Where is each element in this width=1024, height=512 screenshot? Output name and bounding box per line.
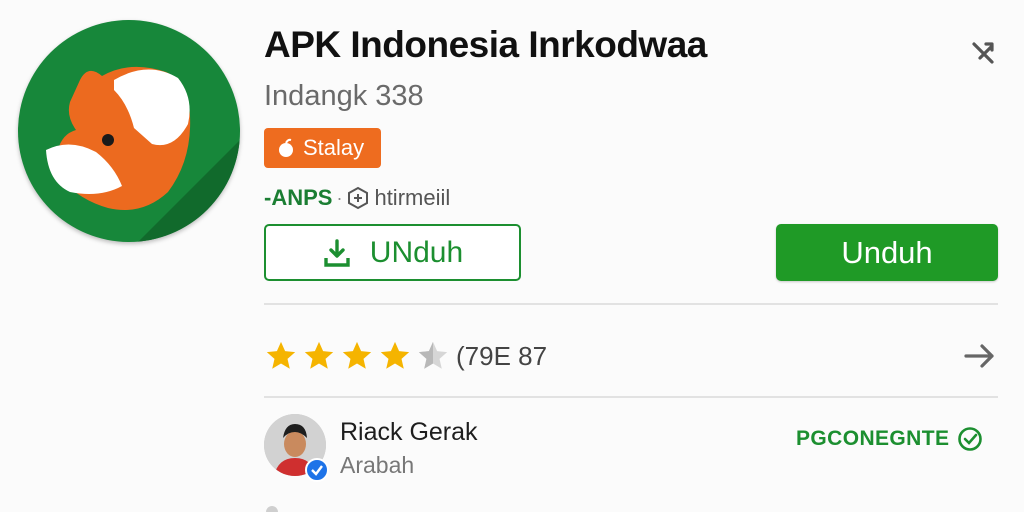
status-label: PGCONEGNTE	[796, 427, 950, 450]
info-hex-icon	[348, 186, 369, 210]
divider	[264, 396, 998, 398]
rating-label: -ANPS	[264, 185, 333, 210]
reviewer-subtitle: Arabah	[340, 452, 415, 478]
info-link[interactable]: htirmeiil	[346, 185, 450, 211]
download-button[interactable]: Unduh	[776, 224, 998, 281]
meta-separator: ·	[336, 187, 343, 208]
download-outline-button[interactable]: UNduh	[264, 224, 521, 281]
divider	[264, 303, 998, 305]
developer-name[interactable]: Indangk 338	[264, 80, 424, 113]
truncated-content-fragment	[266, 506, 278, 512]
download-outline-label: UNduh	[369, 235, 464, 269]
category-badge: Stalay	[264, 128, 381, 168]
star-icon	[266, 341, 296, 369]
rating-count: (79E 87	[456, 340, 548, 371]
badge-label: Stalay	[303, 135, 365, 160]
arrow-right-icon[interactable]	[962, 340, 998, 372]
rating-stars-row[interactable]: (79E 87	[264, 338, 547, 374]
app-title: APK Indonesia Inrkodwaa	[264, 24, 707, 65]
check-circle-icon	[958, 427, 983, 451]
status-link[interactable]: PGCONEGNTE	[796, 426, 983, 452]
star-icon	[380, 341, 410, 369]
meta-row: -ANPS · htirmeiil	[264, 183, 450, 213]
fox-icon	[46, 66, 240, 242]
download-icon	[324, 238, 350, 267]
verified-badge-icon	[305, 458, 329, 482]
info-label: htirmeiil	[374, 185, 451, 210]
share-icon[interactable]	[966, 36, 1000, 70]
reviewer-name[interactable]: Riack Gerak	[340, 418, 478, 447]
star-icon	[304, 341, 334, 369]
half-star-icon	[418, 341, 448, 369]
download-button-label: Unduh	[841, 234, 933, 270]
star-icon	[342, 341, 372, 369]
apple-icon	[279, 138, 293, 157]
app-icon	[18, 20, 240, 242]
